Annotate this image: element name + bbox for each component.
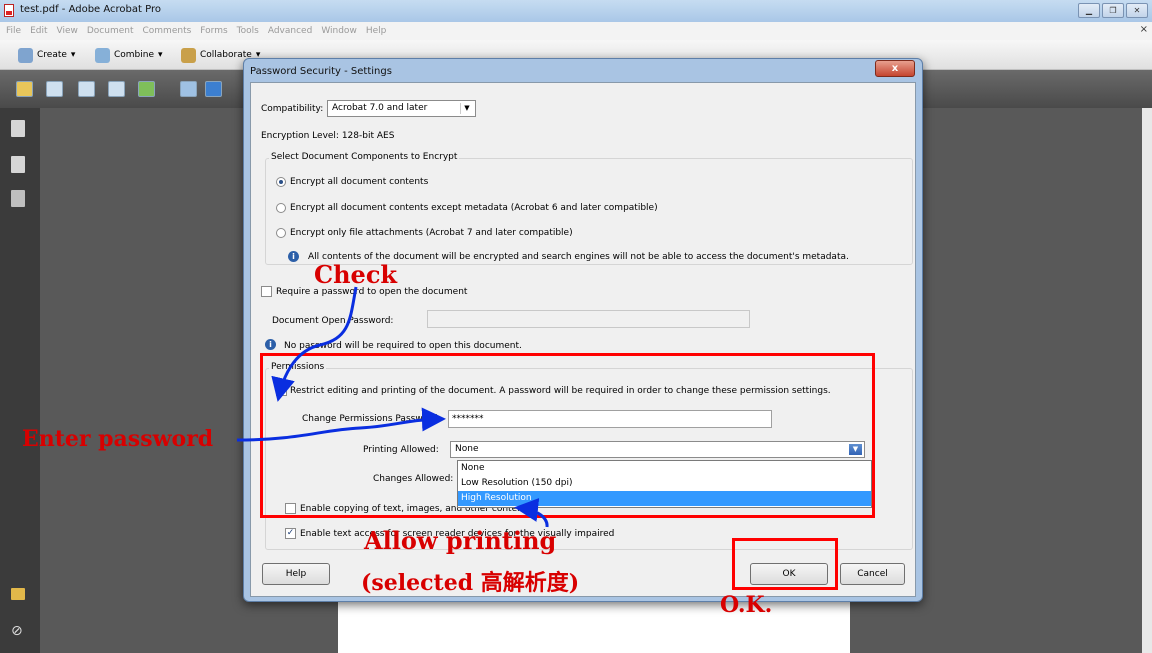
menu-document[interactable]: Document	[87, 26, 134, 36]
compatibility-select[interactable]: Acrobat 7.0 and later ▼	[327, 100, 476, 117]
menu-file[interactable]: File	[6, 26, 21, 36]
collaborate-icon	[181, 47, 196, 63]
pdf-page	[338, 596, 850, 653]
open-icon[interactable]	[16, 81, 33, 97]
chevron-down-icon: ▼	[460, 103, 473, 114]
open-password-info: No password will be required to open thi…	[284, 341, 522, 351]
create-icon	[18, 47, 33, 63]
maximize-button[interactable]: ❐	[1102, 3, 1124, 18]
annotation-enter-password: Enter password	[22, 426, 214, 452]
menu-edit[interactable]: Edit	[30, 26, 47, 36]
annotation-allow-printing: Allow printing	[364, 526, 557, 555]
ok-highlight-box	[732, 538, 838, 590]
combine-button[interactable]: Combine ▾	[95, 47, 163, 63]
option-attachments-label: Encrypt only file attachments (Acrobat 7…	[290, 228, 573, 238]
web-icon[interactable]	[138, 81, 155, 97]
enable-text-access-checkbox[interactable]: ✓	[285, 528, 296, 539]
compatibility-label: Compatibility:	[261, 104, 324, 114]
save-icon[interactable]	[78, 81, 95, 97]
pages-icon[interactable]	[11, 120, 25, 137]
minimize-button[interactable]: ▁	[1078, 3, 1100, 18]
help-button[interactable]: Help	[262, 563, 330, 585]
combine-icon	[95, 47, 110, 63]
menu-view[interactable]: View	[57, 26, 78, 36]
comments-icon[interactable]	[11, 588, 25, 600]
email-icon[interactable]	[108, 81, 125, 97]
components-legend: Select Document Components to Encrypt	[269, 152, 460, 162]
radio-encrypt-all[interactable]	[276, 177, 286, 187]
create-button[interactable]: Create ▾	[18, 47, 75, 63]
annotation-ok-note: O.K.	[720, 592, 773, 618]
info-icon: i	[265, 339, 276, 350]
arrow-down-icon[interactable]	[205, 81, 222, 97]
radio-encrypt-except-metadata[interactable]	[276, 203, 286, 213]
radio-encrypt-attachments[interactable]	[276, 228, 286, 238]
app-title-bar: test.pdf - Adobe Acrobat Pro ▁ ❐ ✕	[0, 0, 1152, 22]
signatures-icon[interactable]	[11, 190, 25, 207]
bookmarks-icon[interactable]	[11, 156, 25, 173]
arrow-up-icon[interactable]	[180, 81, 197, 97]
menu-comments[interactable]: Comments	[143, 26, 192, 36]
navigation-panel: ⊘	[0, 108, 40, 653]
open-password-label: Document Open Password:	[272, 316, 394, 326]
menu-window[interactable]: Window	[321, 26, 357, 36]
close-window-button[interactable]: ✕	[1126, 3, 1148, 18]
app-title: test.pdf - Adobe Acrobat Pro	[20, 4, 161, 15]
menu-bar: File Edit View Document Comments Forms T…	[0, 22, 1152, 40]
window-controls: ▁ ❐ ✕	[1078, 3, 1148, 18]
attachments-icon[interactable]: ⊘	[11, 623, 25, 640]
option-except-metadata-label: Encrypt all document contents except met…	[290, 203, 658, 213]
menu-forms[interactable]: Forms	[200, 26, 227, 36]
require-open-password-checkbox[interactable]	[261, 286, 272, 297]
password-security-dialog: Password Security - Settings x Compatibi…	[243, 58, 923, 602]
dialog-close-button[interactable]: x	[875, 60, 915, 77]
info-icon: i	[288, 251, 299, 262]
menu-help[interactable]: Help	[366, 26, 387, 36]
dialog-body: Compatibility: Acrobat 7.0 and later ▼ E…	[250, 82, 916, 597]
close-document-icon[interactable]: ×	[1140, 24, 1148, 35]
annotation-check: Check	[314, 260, 398, 289]
option-encrypt-all-label: Encrypt all document contents	[290, 177, 429, 187]
permissions-highlight-box	[260, 353, 875, 518]
encryption-level: Encryption Level: 128-bit AES	[261, 131, 395, 141]
annotation-selected-note: (selected 高解析度)	[361, 570, 580, 596]
open-password-input[interactable]	[427, 310, 750, 328]
menu-advanced[interactable]: Advanced	[268, 26, 312, 36]
menu-tools[interactable]: Tools	[237, 26, 259, 36]
print-icon[interactable]	[46, 81, 63, 97]
cancel-button[interactable]: Cancel	[840, 563, 905, 585]
dialog-title: Password Security - Settings	[250, 66, 392, 77]
vertical-scrollbar[interactable]	[1142, 108, 1152, 653]
pdf-file-icon	[4, 4, 14, 17]
